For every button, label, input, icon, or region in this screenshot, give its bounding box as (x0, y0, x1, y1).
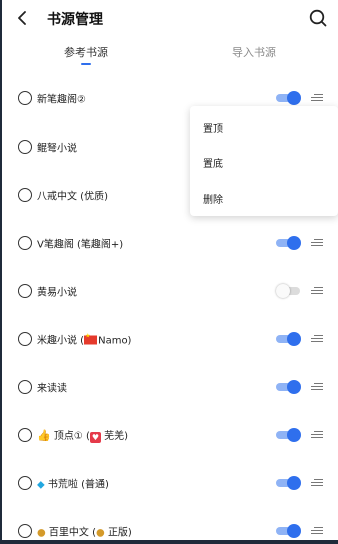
thumbs-up-icon: 👍 (37, 428, 51, 442)
china-flag-icon (84, 332, 98, 344)
select-radio[interactable] (18, 523, 32, 538)
source-name-prefix: 百里中文 ( (48, 527, 97, 538)
source-name: 来读读 (37, 383, 67, 394)
source-name-text: 书荒啦 (普通) (47, 479, 109, 490)
select-radio[interactable] (18, 139, 32, 154)
list-item[interactable]: ● 百里中文 (● 正版) (0, 507, 338, 544)
source-name-prefix: 顶点① ( (53, 430, 90, 442)
chevron-left-icon (18, 11, 26, 25)
list-item[interactable]: V笔趣阁 (笔趣阁+) (0, 219, 338, 266)
source-name: V笔趣阁 (笔趣阁+) (37, 239, 124, 250)
source-name: 鲲弩小说 (37, 143, 77, 154)
source-name: 黄易小说 (37, 287, 77, 298)
list-item[interactable]: ◆ 书荒啦 (普通) (0, 459, 338, 506)
search-icon (309, 9, 327, 27)
source-name-suffix: 芜羌) (104, 430, 129, 442)
enable-toggle[interactable] (276, 283, 302, 298)
drag-handle-icon[interactable] (311, 526, 323, 535)
source-name: 👍 顶点① (♥ 芜羌) (37, 427, 128, 443)
drag-handle-icon[interactable] (311, 93, 323, 102)
source-name: ◆ 书荒啦 (普通) (37, 475, 109, 490)
select-radio[interactable] (18, 379, 32, 394)
list-item[interactable]: 黄易小说 (0, 267, 338, 314)
menu-item-pin-bottom[interactable]: 置底 (203, 155, 223, 170)
drag-handle-icon[interactable] (311, 430, 323, 439)
drag-handle-icon[interactable] (311, 286, 323, 295)
drag-handle-icon[interactable] (311, 238, 323, 247)
tab-reference-sources[interactable]: 参考书源 (26, 44, 146, 74)
header: 书源管理 (0, 0, 338, 36)
context-menu: 置顶 置底 删除 (190, 106, 338, 216)
select-radio[interactable] (18, 90, 32, 105)
tab-import-sources[interactable]: 导入书源 (194, 44, 314, 74)
drag-handle-icon[interactable] (311, 334, 323, 343)
window-bottom-edge (0, 540, 338, 544)
list-item[interactable]: 米趣小说 ( Namo) (0, 315, 338, 362)
back-button[interactable] (12, 8, 32, 28)
source-name-suffix: 正版) (107, 527, 132, 538)
book-source-manager-screen: 书源管理 参考书源 导入书源 新笔趣阁② 鲲弩小说 八戒中文 (优质) V笔趣阁… (0, 0, 338, 544)
money-bag-icon: ● (96, 527, 105, 538)
active-tab-indicator (81, 63, 91, 65)
enable-toggle[interactable] (276, 523, 302, 538)
search-button[interactable] (308, 8, 328, 28)
select-radio[interactable] (18, 235, 32, 250)
select-radio[interactable] (18, 475, 32, 490)
heart-icon: ♥ (89, 431, 101, 443)
source-name: 八戒中文 (优质) (37, 191, 108, 202)
page-title: 书源管理 (47, 12, 103, 28)
enable-toggle[interactable] (276, 379, 302, 394)
drag-handle-icon[interactable] (311, 382, 323, 391)
enable-toggle[interactable] (276, 90, 302, 105)
enable-toggle[interactable] (276, 235, 302, 250)
enable-toggle[interactable] (276, 331, 302, 346)
tab-bar: 参考书源 导入书源 (0, 44, 338, 74)
select-radio[interactable] (18, 187, 32, 202)
source-name: 米趣小说 ( Namo) (37, 331, 131, 346)
select-radio[interactable] (18, 283, 32, 298)
list-item[interactable]: 👍 顶点① (♥ 芜羌) (0, 411, 338, 458)
select-radio[interactable] (18, 427, 32, 442)
drag-handle-icon[interactable] (311, 478, 323, 487)
select-radio[interactable] (18, 331, 32, 346)
menu-item-pin-top[interactable]: 置顶 (203, 120, 223, 135)
tab-label: 参考书源 (64, 46, 108, 59)
enable-toggle[interactable] (276, 475, 302, 490)
source-name: 新笔趣阁② (37, 94, 86, 105)
tab-label: 导入书源 (232, 46, 276, 59)
source-name-suffix: Namo) (98, 335, 132, 346)
source-name: ● 百里中文 (● 正版) (37, 523, 132, 538)
money-bag-icon: ● (37, 527, 46, 538)
enable-toggle[interactable] (276, 427, 302, 442)
list-item[interactable]: 来读读 (0, 363, 338, 410)
menu-item-delete[interactable]: 删除 (203, 191, 223, 206)
gem-icon: ◆ (37, 479, 45, 490)
source-name-prefix: 米趣小说 ( (37, 335, 85, 346)
